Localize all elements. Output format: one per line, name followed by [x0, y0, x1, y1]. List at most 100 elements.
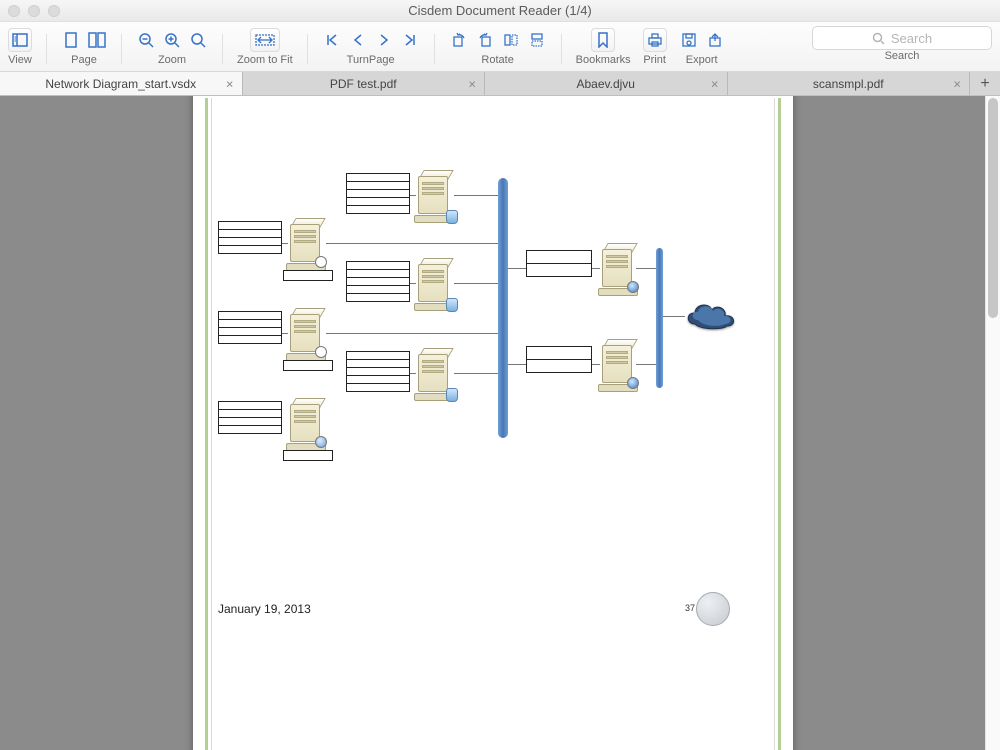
- tab-label: Network Diagram_start.vsdx: [45, 77, 196, 91]
- cloud-icon: [683, 298, 739, 332]
- diagram-server-web: [600, 339, 636, 389]
- page-facing-button[interactable]: [87, 28, 107, 52]
- rotate-right-button[interactable]: [475, 28, 495, 52]
- view-sidebar-button[interactable]: [8, 28, 32, 52]
- tab-scansmpl[interactable]: scansmpl.pdf ×: [728, 72, 971, 95]
- tab-network-diagram[interactable]: Network Diagram_start.vsdx ×: [0, 72, 243, 95]
- export-save-button[interactable]: [679, 28, 699, 52]
- globe-badge-icon: [627, 377, 639, 389]
- search-placeholder: Search: [891, 31, 932, 46]
- diagram-connector: [454, 283, 498, 284]
- share-icon: [707, 32, 723, 48]
- scrollbar-thumb[interactable]: [988, 98, 998, 318]
- export-share-button[interactable]: [705, 28, 725, 52]
- diagram-table: [218, 401, 282, 433]
- diagram-connector: [410, 195, 416, 196]
- first-page-icon: [325, 33, 339, 47]
- chevron-left-icon: [352, 33, 364, 47]
- page-number-badge: 37: [696, 592, 730, 626]
- toolbar-group-rotate: Rotate: [449, 26, 547, 66]
- fit-width-icon: [255, 33, 275, 47]
- toolbar: View Page Zoom: [0, 22, 1000, 72]
- new-tab-button[interactable]: +: [970, 72, 1000, 95]
- sidebar-icon: [12, 33, 28, 47]
- directory-badge-icon: [315, 346, 327, 358]
- toolbar-label-export: Export: [686, 54, 718, 66]
- last-page-button[interactable]: [400, 28, 420, 52]
- toolbar-group-zoom: Zoom: [136, 26, 208, 66]
- tab-abaev[interactable]: Abaev.djvu ×: [485, 72, 728, 95]
- first-page-button[interactable]: [322, 28, 342, 52]
- diagram-connector: [592, 364, 600, 365]
- diagram-server-database: [416, 258, 452, 308]
- page-number: 37: [685, 603, 695, 613]
- bookmarks-button[interactable]: [591, 28, 615, 52]
- search-input[interactable]: Search: [812, 26, 992, 50]
- tab-bar: Network Diagram_start.vsdx × PDF test.pd…: [0, 72, 1000, 96]
- zoom-in-icon: [164, 32, 180, 48]
- zoom-out-button[interactable]: [136, 28, 156, 52]
- rotate-left-button[interactable]: [449, 28, 469, 52]
- diagram-label-box: [526, 263, 592, 277]
- prev-page-button[interactable]: [348, 28, 368, 52]
- diagram-connector: [592, 268, 600, 269]
- database-badge-icon: [446, 388, 458, 402]
- close-icon[interactable]: ×: [953, 76, 961, 91]
- close-icon[interactable]: ×: [226, 76, 234, 91]
- toolbar-label-rotate: Rotate: [481, 54, 513, 66]
- flip-vertical-icon: [529, 32, 545, 48]
- firewall-badge-icon: [315, 436, 327, 448]
- tab-label: PDF test.pdf: [330, 77, 397, 91]
- close-icon[interactable]: ×: [711, 76, 719, 91]
- diagram-connector: [282, 333, 288, 334]
- diagram-connector: [326, 243, 498, 244]
- diagram-connector: [508, 364, 526, 365]
- page-single-button[interactable]: [61, 28, 81, 52]
- toolbar-group-bookmarks: Bookmarks: [576, 26, 631, 66]
- diagram-label-box: [526, 250, 592, 264]
- rotate-right-icon: [477, 32, 493, 48]
- window-title: Cisdem Document Reader (1/4): [0, 3, 1000, 18]
- document-page: January 19, 2013 37: [193, 96, 793, 750]
- flip-v-button[interactable]: [527, 28, 547, 52]
- network-diagram: [208, 98, 778, 750]
- globe-badge-icon: [627, 281, 639, 293]
- toolbar-group-turnpage: TurnPage: [322, 26, 420, 66]
- diagram-label-box: [283, 270, 333, 281]
- toolbar-group-view: View: [8, 26, 32, 66]
- chevron-right-icon: [378, 33, 390, 47]
- diagram-connector: [636, 364, 656, 365]
- zoom-in-button[interactable]: [162, 28, 182, 52]
- bookmark-icon: [596, 32, 610, 48]
- next-page-button[interactable]: [374, 28, 394, 52]
- toolbar-label-zoomfit: Zoom to Fit: [237, 54, 293, 66]
- print-button[interactable]: [643, 28, 667, 52]
- diagram-connector: [663, 316, 685, 317]
- diagram-bus-main: [498, 178, 508, 438]
- zoom-marquee-button[interactable]: [188, 28, 208, 52]
- save-icon: [681, 32, 697, 48]
- diagram-connector: [636, 268, 656, 269]
- flip-h-button[interactable]: [501, 28, 521, 52]
- toolbar-label-page: Page: [71, 54, 97, 66]
- diagram-connector: [326, 333, 498, 334]
- toolbar-group-page: Page: [61, 26, 107, 66]
- toolbar-group-print: Print: [643, 26, 667, 66]
- tab-pdf-test[interactable]: PDF test.pdf ×: [243, 72, 486, 95]
- close-icon[interactable]: ×: [468, 76, 476, 91]
- document-viewport[interactable]: January 19, 2013 37: [0, 96, 985, 750]
- toolbar-label-zoom: Zoom: [158, 54, 186, 66]
- zoom-out-icon: [138, 32, 154, 48]
- diagram-table: [346, 173, 410, 213]
- directory-badge-icon: [315, 256, 327, 268]
- flip-horizontal-icon: [503, 32, 519, 48]
- single-page-icon: [64, 32, 78, 48]
- toolbar-label-turnpage: TurnPage: [347, 54, 395, 66]
- vertical-scrollbar[interactable]: [985, 96, 1000, 750]
- diagram-server-firewall: [288, 398, 324, 448]
- diagram-label-box: [526, 346, 592, 360]
- toolbar-separator: [434, 34, 435, 64]
- toolbar-group-search: Search Search: [812, 26, 992, 62]
- toolbar-separator: [561, 34, 562, 64]
- zoom-fit-button[interactable]: [250, 28, 280, 52]
